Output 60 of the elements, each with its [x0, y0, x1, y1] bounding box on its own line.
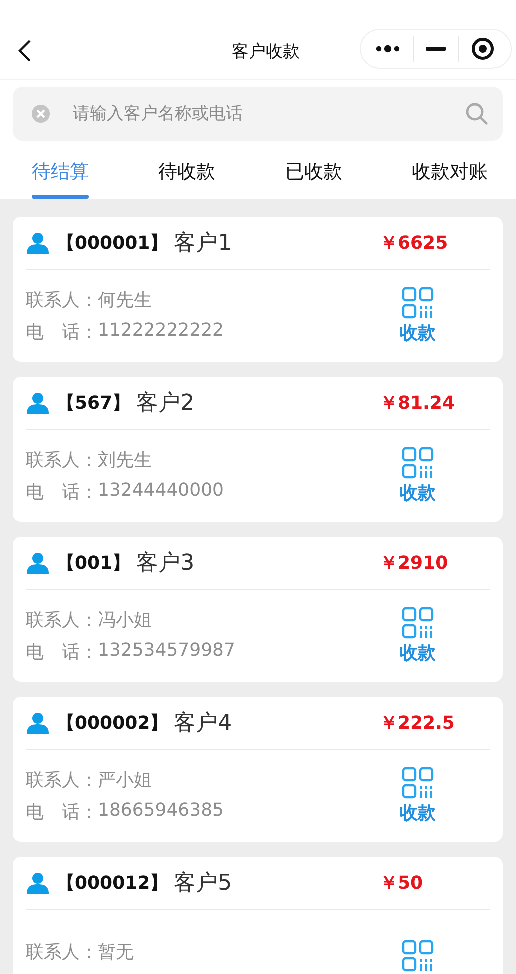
- person-icon: [27, 232, 49, 254]
- contact-name: 何先生: [98, 289, 152, 312]
- qr-code-icon[interactable]: [402, 287, 434, 319]
- contact-name: 冯小姐: [98, 609, 152, 632]
- person-icon: [27, 712, 49, 734]
- qr-code-icon[interactable]: [402, 940, 434, 972]
- person-icon: [27, 552, 49, 574]
- contact-label: 联系人：: [26, 609, 98, 632]
- phone-label: 电 话：: [26, 481, 98, 504]
- tab[interactable]: 待结算: [32, 141, 89, 199]
- phone-label: 电 话：: [26, 321, 98, 344]
- phone-number: 11222222222: [98, 320, 224, 343]
- contact-name: 严小姐: [98, 769, 152, 792]
- phone-label: 电 话：: [26, 641, 98, 664]
- customer-card[interactable]: 【000001】 客户1 ￥6625 联系人：何先生 电 话：11222222222 收款: [13, 217, 503, 362]
- phone-number: 13244440000: [98, 480, 224, 503]
- customer-code: 【567】: [57, 392, 131, 415]
- customer-code: 【000002】: [57, 712, 168, 735]
- phone-number: 132534579987: [98, 640, 236, 663]
- qr-code-icon[interactable]: [402, 447, 434, 479]
- search-field[interactable]: 请输入客户名称或电话: [13, 87, 503, 141]
- tab[interactable]: 已收款: [285, 141, 342, 199]
- phone-number: 18665946385: [98, 800, 224, 823]
- amount: ￥2910: [380, 552, 450, 575]
- tab[interactable]: 收款对账: [412, 141, 488, 199]
- customer-card[interactable]: 【000012】 客户5 ￥50 联系人：暂无: [13, 857, 503, 974]
- customer-card[interactable]: 【000002】 客户4 ￥222.5 联系人：严小姐 电 话：18665946385 收款: [13, 697, 503, 842]
- contact-label: 联系人：: [26, 941, 98, 964]
- target-icon[interactable]: [471, 37, 495, 61]
- contact-name: 暂无: [98, 941, 134, 964]
- customer-name: 客户3: [136, 550, 195, 578]
- contact-label: 联系人：: [26, 289, 98, 312]
- person-icon: [27, 392, 49, 414]
- phone-label: 电 话：: [26, 801, 98, 824]
- customer-code: 【001】: [57, 552, 131, 575]
- contact-label: 联系人：: [26, 449, 98, 472]
- contact-name: 刘先生: [98, 449, 152, 472]
- clear-icon[interactable]: [31, 104, 51, 124]
- customer-code: 【000012】: [57, 872, 168, 895]
- more-icon[interactable]: [375, 44, 401, 54]
- search-icon[interactable]: [465, 102, 489, 126]
- amount: ￥222.5: [380, 712, 456, 735]
- customer-name: 客户2: [136, 390, 195, 418]
- customer-code: 【000001】: [57, 232, 168, 255]
- customer-name: 客户1: [174, 230, 232, 258]
- qr-code-icon[interactable]: [402, 607, 434, 639]
- page-title: 客户收款: [231, 41, 301, 63]
- customer-name: 客户5: [174, 870, 232, 898]
- customer-name: 客户4: [174, 710, 232, 738]
- contact-label: 联系人：: [26, 769, 98, 792]
- customer-card[interactable]: 【567】 客户2 ￥81.24 联系人：刘先生 电 话：13244440000 收款: [13, 377, 503, 522]
- tab[interactable]: 待收款: [158, 141, 216, 199]
- amount: ￥81.24: [380, 392, 456, 415]
- qr-code-icon[interactable]: [402, 767, 434, 799]
- amount: ￥50: [380, 872, 424, 895]
- minimize-icon[interactable]: [426, 47, 446, 51]
- amount: ￥6625: [380, 232, 450, 255]
- back-icon[interactable]: [18, 39, 32, 63]
- customer-card[interactable]: 【001】 客户3 ￥2910 联系人：冯小姐 电 话：132534579987 收款: [13, 537, 503, 682]
- person-icon: [27, 872, 49, 894]
